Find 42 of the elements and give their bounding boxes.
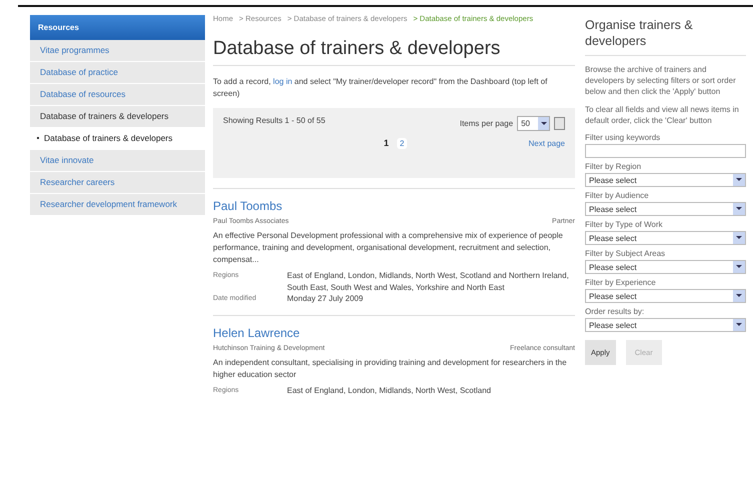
filter-select[interactable]: Please select <box>585 289 746 303</box>
sidebar-item[interactable]: Researcher development framework <box>30 194 205 216</box>
detail-value: East of England, London, Midlands, North West, Scotland <box>287 384 492 396</box>
keywords-field[interactable] <box>585 144 746 158</box>
sidebar-header: Resources <box>30 15 205 40</box>
field-label: Filter by Region <box>585 162 642 171</box>
detail-value: East of England, London, Midlands, North West, Scotland and Northern Ireland, South East, South West and Wales, Yorkshire and North East <box>287 270 570 293</box>
trainer-description: An independent consultant, specialising in providing training and development for researchers in the higher education sector <box>213 356 568 380</box>
page-title: Database of trainers & developers <box>213 38 575 66</box>
field-label: Filter using keywords <box>585 133 662 142</box>
sidebar-item[interactable]: Researcher careers <box>30 172 205 194</box>
current-page[interactable]: 1 <box>380 137 392 149</box>
next-page-link[interactable]: Next page <box>528 138 565 148</box>
filter-select[interactable]: Please select <box>585 260 746 274</box>
field-label: Order results by: <box>585 307 646 316</box>
sidebar-item[interactable]: Database of trainers & developers <box>30 106 205 128</box>
field-label: Filter by Type of Work <box>585 220 664 229</box>
results-summary: Showing Results 1 - 50 of 55 <box>223 116 326 127</box>
detail-value: Monday 27 July 2009 <box>287 293 364 304</box>
filter-select[interactable]: Please select <box>585 173 746 187</box>
trainer-description: An effective Personal Development professional with a comprehensive mix of experience of people performance, training and development, organisational development, recruitment and selection, compensat... <box>213 230 564 266</box>
intro-text: To add a record, log in and select "My trainer/developer record" from the Dashboard (top left of screen) <box>213 76 548 100</box>
go-button[interactable] <box>554 117 565 130</box>
field-label: Filter by Subject Areas <box>585 249 666 258</box>
panel-title: Organise trainers & developers <box>585 17 746 56</box>
sidebar-item[interactable]: Vitae programmes <box>30 40 205 62</box>
field-label: Filter by Audience <box>585 191 650 200</box>
trainer-name-link[interactable]: Paul Toombs <box>213 199 282 213</box>
sidebar-item[interactable]: Database of practice <box>30 62 205 84</box>
sidebar-item[interactable]: Database of resources <box>30 84 205 106</box>
items-per-page-select[interactable]: 50 <box>517 116 550 131</box>
page-link[interactable]: 2 <box>396 138 408 148</box>
filter-select[interactable]: Please select <box>585 231 746 245</box>
login-link[interactable]: log in <box>273 77 292 86</box>
sidebar-item[interactable]: Vitae innovate <box>30 150 205 172</box>
trainer-name-link[interactable]: Helen Lawrence <box>213 326 300 340</box>
panel-instructions: Browse the archive of trainers and developers by selecting filters or sort order below and then click the 'Apply' button <box>585 64 737 97</box>
field-label: Filter by Experience <box>585 278 657 287</box>
panel-instructions: To clear all fields and view all news items in default order, click the 'Clear' button <box>585 104 740 126</box>
items-per-page-label: Items per page <box>460 119 514 128</box>
filter-select[interactable]: Please select <box>585 318 746 332</box>
filter-select[interactable]: Please select <box>585 202 746 216</box>
